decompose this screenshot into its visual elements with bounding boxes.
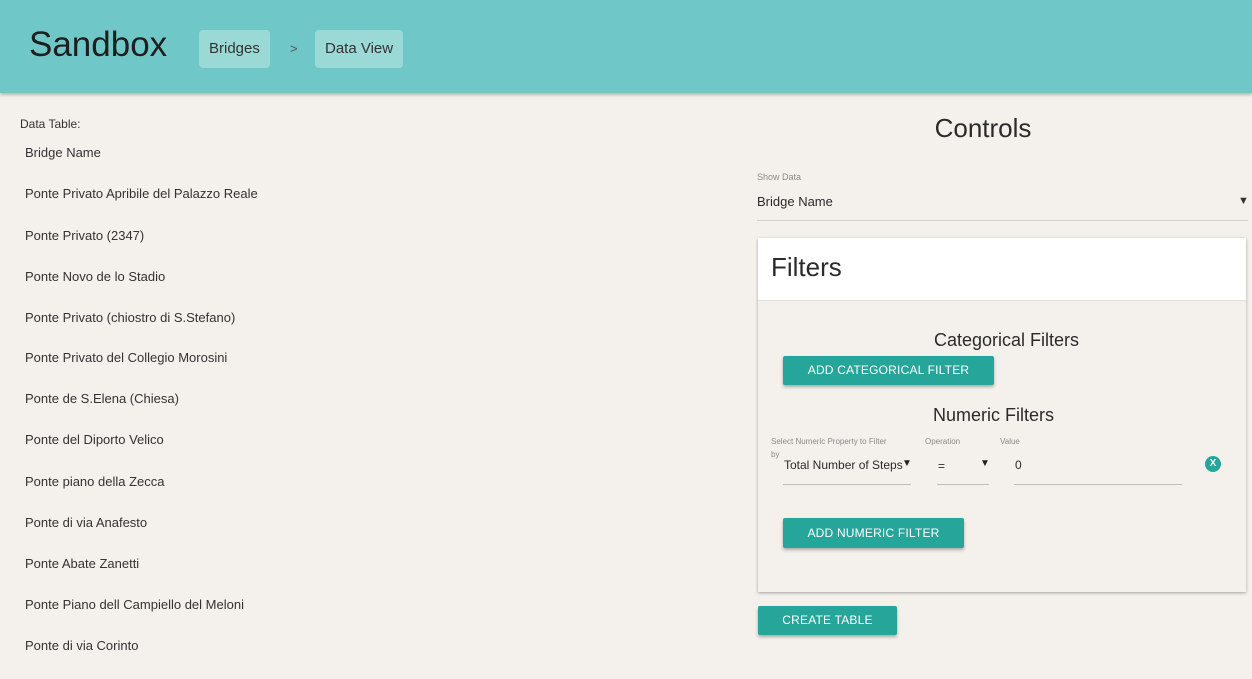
table-row: Ponte piano della Zecca	[25, 474, 165, 489]
table-row: Ponte di via Corinto	[25, 638, 139, 653]
add-numeric-filter-button[interactable]: ADD NUMERIC FILTER	[783, 518, 964, 548]
value-input[interactable]: 0	[1015, 458, 1022, 472]
numeric-property-label: Select Numeric Property to Filter	[771, 437, 887, 446]
table-row: Ponte Privato (2347)	[25, 228, 145, 243]
create-table-button[interactable]: CREATE TABLE	[758, 606, 897, 635]
operation-underline	[937, 484, 989, 485]
add-categorical-filter-button[interactable]: ADD CATEGORICAL FILTER	[783, 356, 994, 385]
operation-label: Operation	[925, 437, 961, 446]
filters-header: Filters	[758, 238, 1246, 301]
table-row: Ponte Privato (chiostro di S.Stefano)	[25, 310, 236, 325]
table-row: Ponte Privato Apribile del Palazzo Reale	[25, 186, 258, 201]
table-row: Ponte Novo de lo Stadio	[25, 269, 166, 284]
show-data-underline	[757, 220, 1248, 221]
breadcrumb-separator: >	[290, 41, 298, 56]
operation-select[interactable]: =	[938, 459, 945, 473]
chevron-down-icon[interactable]: ▼	[1238, 195, 1249, 207]
breadcrumb-data-view[interactable]: Data View	[315, 30, 404, 68]
show-data-label: Show Data	[757, 172, 802, 182]
value-label: Value	[1000, 437, 1020, 446]
numeric-property-label-cont: by	[771, 450, 780, 459]
table-row: Ponte Abate Zanetti	[25, 556, 140, 571]
filters-card: Filters Categorical Filters ADD CATEGORI…	[758, 238, 1246, 592]
table-row: Ponte del Diporto Velico	[25, 432, 164, 447]
remove-filter-icon[interactable]: X	[1205, 456, 1221, 472]
table-column-header: Bridge Name	[25, 145, 101, 160]
categorical-filters-title: Categorical Filters	[934, 330, 1080, 350]
table-row: Ponte Piano dell Campiello del Meloni	[25, 597, 244, 612]
table-row: Ponte Privato del Collegio Morosini	[25, 350, 228, 365]
numeric-filters-title: Numeric Filters	[933, 405, 1055, 425]
app-brand[interactable]: Sandbox	[29, 27, 167, 62]
data-table-label: Data Table:	[20, 117, 81, 131]
numeric-property-select[interactable]: Total Number of Steps	[784, 458, 903, 472]
table-row: Ponte di via Anafesto	[25, 515, 148, 530]
show-data-select[interactable]: Bridge Name	[757, 194, 833, 209]
value-underline	[1014, 484, 1182, 485]
chevron-down-icon[interactable]: ▼	[980, 458, 990, 469]
top-navbar: Sandbox Bridges > Data View	[0, 0, 1252, 93]
chevron-down-icon[interactable]: ▼	[902, 458, 912, 469]
numeric-property-underline	[783, 484, 911, 485]
controls-title: Controls	[934, 113, 1032, 143]
table-row: Ponte de S.Elena (Chiesa)	[25, 391, 179, 406]
filters-title: Filters	[771, 252, 842, 282]
breadcrumb-bridges[interactable]: Bridges	[199, 30, 270, 68]
